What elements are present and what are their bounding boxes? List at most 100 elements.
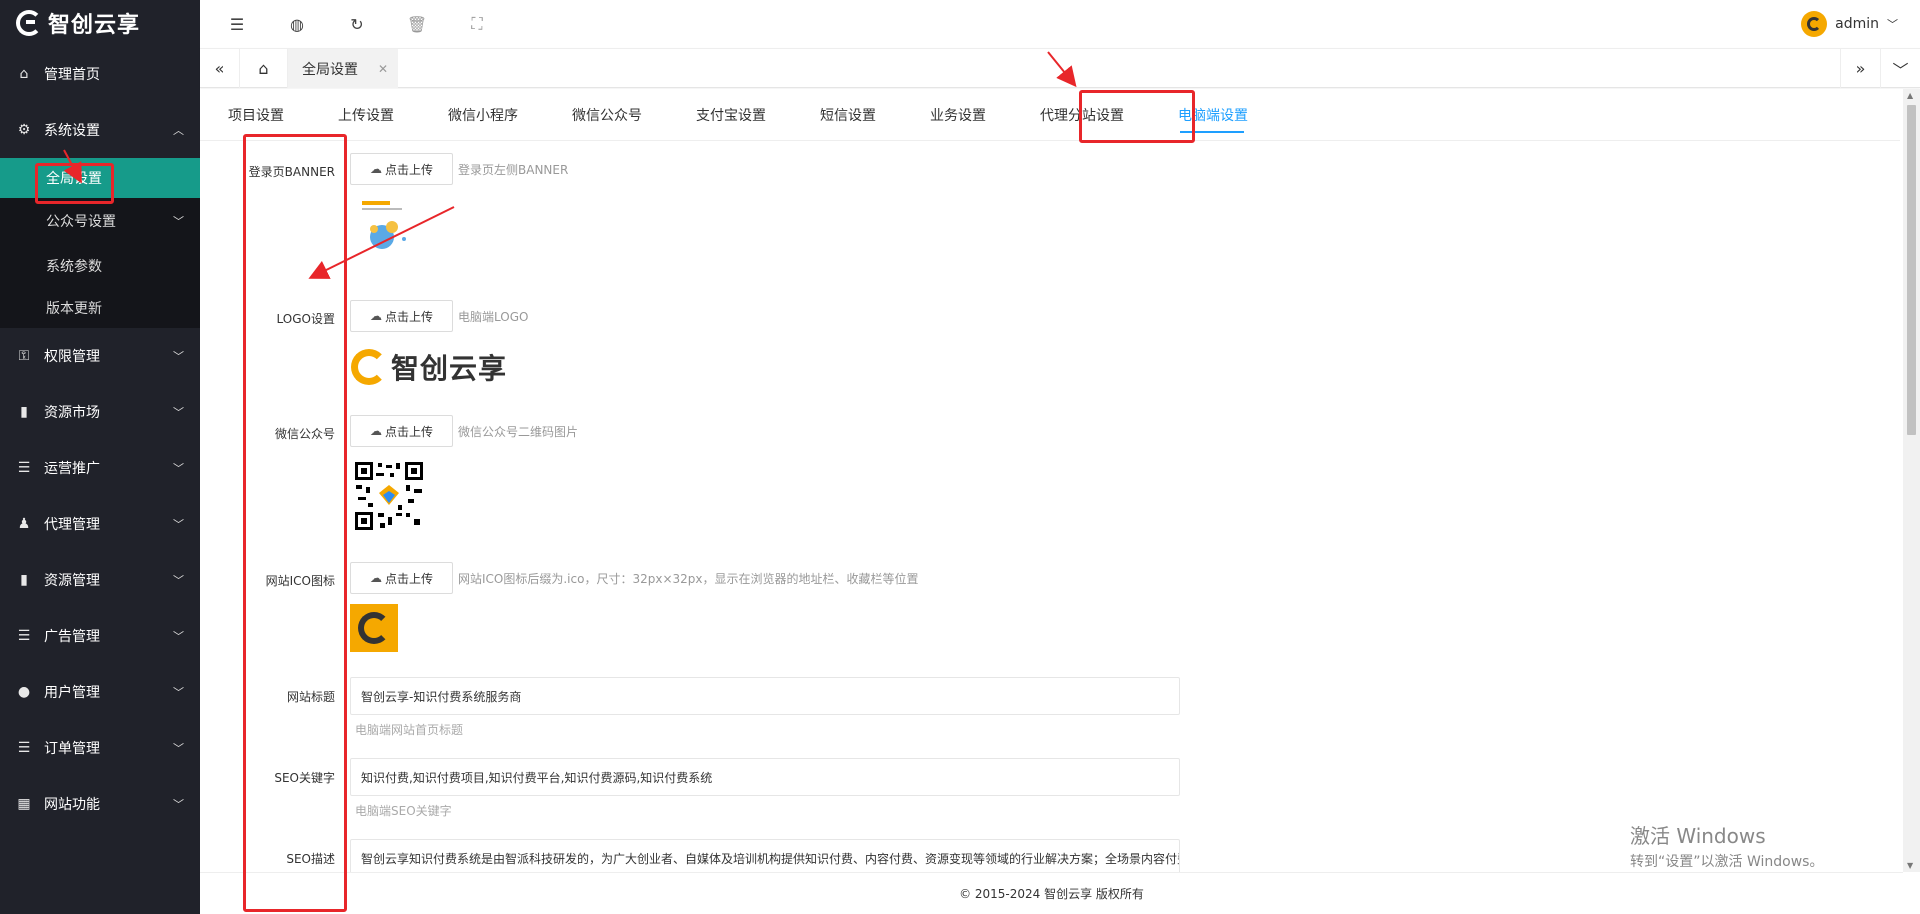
- ico-preview-image: [350, 604, 398, 652]
- scroll-down-icon[interactable]: ▼: [1907, 861, 1913, 870]
- home-icon: ⌂: [19, 66, 29, 82]
- user-menu[interactable]: admin ﹀: [1801, 0, 1898, 48]
- sidebar-subitem-label: 系统参数: [46, 258, 102, 275]
- cloud-upload-icon: ☁: [369, 424, 382, 438]
- logo-upload-button[interactable]: ☁ 点击上传: [350, 300, 453, 332]
- sidebar-item-home[interactable]: ⌂ 管理首页: [0, 46, 200, 102]
- trash-icon[interactable]: 🗑: [387, 15, 447, 34]
- list-icon: ☰: [17, 740, 31, 756]
- chevron-down-icon: ﹀: [173, 518, 184, 531]
- cloud-upload-icon: ☁: [369, 162, 382, 176]
- logo-mark-icon: [351, 349, 387, 385]
- fullscreen-icon[interactable]: ⛶: [447, 14, 507, 34]
- home-tab-icon[interactable]: ⌂: [240, 49, 288, 88]
- wechat-qr-hint: 微信公众号二维码图片: [458, 425, 579, 439]
- sidebar-item-resource-market[interactable]: ▮ 资源市场 ﹀: [0, 384, 200, 440]
- subtab-wechat-official[interactable]: 微信公众号: [544, 89, 668, 141]
- windows-activation-watermark: 激活 Windows 转到“设置”以激活 Windows。: [1630, 820, 1823, 871]
- sidebar-item-label: 运营推广: [44, 461, 100, 477]
- content-scrollbar[interactable]: ▲ ▼: [1903, 89, 1920, 872]
- sidebar-item-label: 订单管理: [44, 741, 100, 757]
- sidebar-subitem-label: 公众号设置: [46, 213, 116, 230]
- sidebar-subitem-version-update[interactable]: 版本更新: [0, 288, 200, 328]
- tab-global-settings[interactable]: 全局设置 ✕: [288, 49, 398, 88]
- sidebar-item-site-features[interactable]: ▦ 网站功能 ﹀: [0, 776, 200, 832]
- chevron-down-icon: ﹀: [173, 406, 184, 419]
- chevron-down-icon: ﹀: [173, 350, 184, 363]
- chevron-down-icon: ﹀: [173, 798, 184, 811]
- sidebar-item-resources[interactable]: ▮ 资源管理 ﹀: [0, 552, 200, 608]
- chevron-down-icon: ﹀: [1887, 18, 1898, 31]
- chevron-down-icon: ﹀: [173, 214, 184, 228]
- chevron-down-icon: ﹀: [173, 574, 184, 587]
- qr-code-image: [354, 461, 424, 531]
- sidebar-item-label: 网站功能: [44, 797, 100, 813]
- sidebar-subitem-wechat-settings[interactable]: 公众号设置 ﹀: [0, 198, 200, 243]
- seo-keywords-input[interactable]: 知识付费,知识付费项目,知识付费平台,知识付费源码,知识付费系统: [350, 758, 1180, 796]
- sidebar-item-agents[interactable]: ♟ 代理管理 ﹀: [0, 496, 200, 552]
- ico-hint: 网站ICO图标后缀为.ico，尺寸：32px×32px，显示在浏览器的地址栏、收…: [458, 572, 919, 586]
- cloud-upload-icon: ☁: [369, 309, 382, 323]
- site-title-input[interactable]: 智创云享-知识付费系统服务商: [350, 677, 1180, 715]
- wechat-qr-upload-button[interactable]: ☁ 点击上传: [350, 415, 453, 447]
- upload-label: 点击上传: [384, 424, 433, 439]
- annotation-box-global-settings: [35, 163, 114, 204]
- refresh-icon[interactable]: ↻: [327, 15, 387, 34]
- subtab-sms[interactable]: 短信设置: [792, 89, 902, 141]
- chevron-up-icon: ︿: [173, 124, 184, 137]
- ico-upload-button[interactable]: ☁ 点击上传: [350, 562, 453, 594]
- sidebar-item-users[interactable]: ● 用户管理 ﹀: [0, 664, 200, 720]
- sidebar-item-label: 管理首页: [44, 67, 100, 83]
- tabs-scroll-right-icon[interactable]: »: [1840, 49, 1880, 88]
- seo-desc-textarea[interactable]: 智创云享知识付费系统是由智派科技研发的，为广大创业者、自媒体及培训机构提供知识付…: [350, 839, 1180, 872]
- upload-label: 点击上传: [384, 162, 433, 177]
- banner-hint: 登录页左侧BANNER: [458, 163, 569, 177]
- subtab-business[interactable]: 业务设置: [902, 89, 1012, 141]
- scroll-up-icon[interactable]: ▲: [1907, 91, 1913, 100]
- grid-icon: ▦: [17, 796, 31, 812]
- scroll-thumb[interactable]: [1907, 105, 1916, 435]
- page-tabbar: « ⌂ 全局设置 ✕ » ﹀: [200, 48, 1920, 88]
- brand-logo-icon: [16, 10, 42, 36]
- username: admin: [1835, 16, 1879, 32]
- user-icon: ●: [17, 684, 31, 700]
- ico-logo-icon: [358, 612, 390, 644]
- sidebar-item-ads[interactable]: ☰ 广告管理 ﹀: [0, 608, 200, 664]
- banner-preview-image: [352, 199, 412, 259]
- list-icon: ☰: [17, 460, 31, 476]
- sidebar-item-orders[interactable]: ☰ 订单管理 ﹀: [0, 720, 200, 776]
- logo-preview: 智创云享: [351, 347, 507, 387]
- sidebar-item-label: 资源管理: [44, 573, 100, 589]
- page-footer: © 2015-2024 智创云享 版权所有: [200, 872, 1903, 914]
- sidebar-item-label: 用户管理: [44, 685, 100, 701]
- gear-icon: ⚙: [17, 122, 31, 138]
- avatar: [1801, 11, 1828, 37]
- sidebar-item-operations[interactable]: ☰ 运营推广 ﹀: [0, 440, 200, 496]
- logo-preview-text: 智创云享: [391, 352, 508, 385]
- sidebar-item-label: 资源市场: [44, 405, 100, 421]
- upload-label: 点击上传: [384, 571, 433, 586]
- list-icon: ☰: [17, 628, 31, 644]
- close-icon[interactable]: ✕: [378, 62, 388, 76]
- brand-name: 智创云享: [48, 13, 141, 38]
- sidebar: 智创云享 ⌂ 管理首页 ⚙ 系统设置 ︿ 全局设置 公众号设置 ﹀ 系统参数 版…: [0, 0, 200, 914]
- banner-upload-button[interactable]: ☁ 点击上传: [350, 153, 453, 185]
- subtab-wechat-miniprogram[interactable]: 微信小程序: [420, 89, 544, 141]
- subtab-alipay[interactable]: 支付宝设置: [668, 89, 792, 141]
- site-title-hint: 电脑端网站首页标题: [355, 723, 464, 737]
- avatar-logo-icon: [1807, 17, 1822, 31]
- sidebar-item-permissions[interactable]: ⚿ 权限管理 ﹀: [0, 328, 200, 384]
- book-icon: ▮: [20, 572, 28, 588]
- tabs-dropdown-icon[interactable]: ﹀: [1880, 49, 1920, 88]
- sidebar-item-system-settings[interactable]: ⚙ 系统设置 ︿: [0, 102, 200, 158]
- sidebar-subitem-system-params[interactable]: 系统参数: [0, 243, 200, 288]
- seo-keywords-hint: 电脑端SEO关键字: [355, 804, 452, 818]
- cloud-upload-icon: ☁: [369, 571, 382, 585]
- chevron-down-icon: ﹀: [173, 462, 184, 475]
- globe-icon[interactable]: ◍: [267, 15, 327, 34]
- sidebar-subitem-label: 版本更新: [46, 301, 102, 317]
- brand-logo[interactable]: 智创云享: [0, 0, 200, 46]
- chevron-down-icon: ﹀: [173, 630, 184, 643]
- tabs-scroll-left-icon[interactable]: «: [200, 49, 240, 88]
- menu-toggle-icon[interactable]: ☰: [207, 15, 267, 34]
